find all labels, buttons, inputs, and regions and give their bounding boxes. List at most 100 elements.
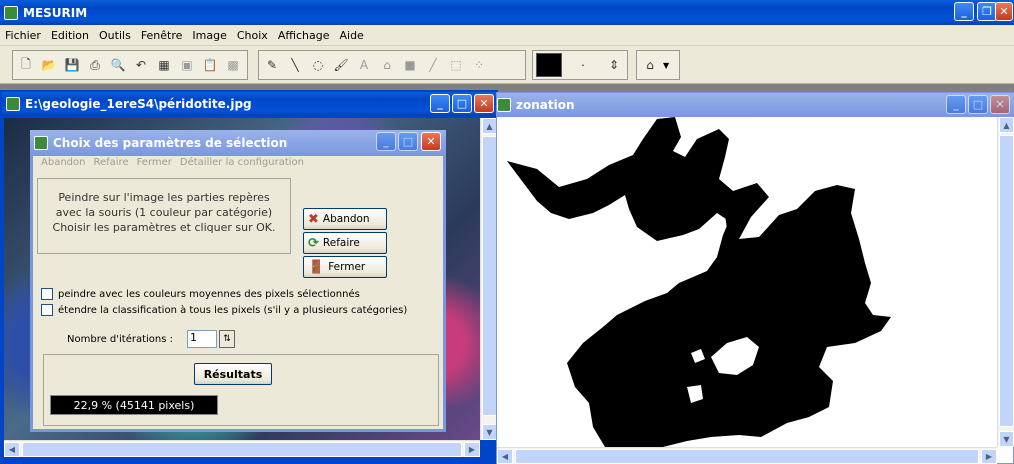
spray-icon[interactable]: ⁘ [469,55,489,75]
dialog-menu-refaire[interactable]: Refaire [89,157,132,173]
abandon-button[interactable]: ✖ Abandon [303,208,387,230]
fill-rect-icon[interactable]: ■ [400,55,420,75]
vscroll-thumb[interactable] [482,136,497,416]
selection-dialog: Choix des paramètres de sélection _ □ ✕ … [30,130,446,432]
draw-toolgroup: ✎ ╲ ◌ 🖌 A ⌂ ■ ╱ ⬚ ⁘ [258,50,526,80]
brush-icon[interactable]: 🖌 [331,55,351,75]
dialog-menu: Abandon Refaire Fermer Détailler la conf… [37,157,308,173]
zonation-close[interactable]: ✕ [990,95,1010,114]
selection-icon[interactable]: ⬚ [446,55,466,75]
image-vscroll[interactable]: ▲ ▼ [480,118,497,440]
menu-aide[interactable]: Aide [334,29,368,42]
color-toolgroup: · ⇕ [532,50,628,80]
hscroll-thumb[interactable] [22,442,462,457]
measure-icon[interactable]: ⌂ [377,55,397,75]
iterations-row: Nombre d'itérations : 1 ⇅ [67,330,236,348]
iterations-spinner-icon[interactable]: ⇅ [219,330,236,348]
zonation-scroll-right-icon[interactable]: ▶ [981,449,997,464]
dialog-menu-details[interactable]: Détailler la configuration [176,157,308,173]
house-measure-icon[interactable]: ⌂ [640,55,660,75]
checkbox-box[interactable] [41,288,53,300]
results-button[interactable]: Résultats [194,363,272,385]
checkbox-box[interactable] [41,304,53,316]
zonation-maximize[interactable]: □ [968,95,988,114]
save-icon[interactable]: 💾 [62,55,82,75]
average-colors-checkbox[interactable]: peindre avec les couleurs moyennes des p… [41,288,360,300]
eyedropper-icon[interactable]: ╱ [423,55,443,75]
instruction-line: Peindre sur l'image les parties repères [58,191,270,204]
results-panel: Résultats 22,9 % (45141 pixels) [43,354,439,426]
app-titlebar: MESURIM _ ❐ ✕ [0,0,1014,25]
minimize-button[interactable]: _ [954,2,974,21]
zonation-hscroll[interactable]: ◀ ▶ [497,447,997,464]
scroll-right-icon[interactable]: ▶ [464,442,480,457]
zonation-minimize[interactable]: _ [946,95,966,114]
zonation-mask[interactable] [497,117,997,447]
image-window-title: E:\geologie_1ereS4\péridotite.jpg [25,97,252,111]
restore-button[interactable]: ❐ [977,2,997,21]
open-folder-icon[interactable]: 📂 [39,55,59,75]
refaire-label: Refaire [322,237,360,249]
new-file-icon[interactable]: 🗋 [16,55,36,75]
dialog-icon [34,136,48,150]
menu-affichage[interactable]: Affichage [273,29,335,42]
refaire-button[interactable]: ⟳ Refaire [303,232,387,254]
menu-edition[interactable]: Edition [46,29,94,42]
image-hscroll[interactable]: ◀ ▶ [4,440,480,457]
image-window-close[interactable]: ✕ [474,94,494,113]
zoom-icon[interactable]: 🔍 [108,55,128,75]
scroll-up-icon[interactable]: ▲ [482,118,497,134]
dialog-menu-fermer[interactable]: Fermer [133,157,176,173]
menu-choix[interactable]: Choix [232,29,273,42]
dropdown-arrow-icon[interactable]: ▼ [663,61,669,70]
brush-size-dot: · [581,58,585,72]
fermer-button[interactable]: 🚪 Fermer [303,256,387,278]
zonation-window-icon [497,98,511,112]
grid-icon[interactable]: ▩ [223,55,243,75]
cross-icon: ✖ [308,211,319,227]
menu-bar: Fichier Edition Outils Fenêtre Image Cho… [0,25,1014,46]
menu-fenetre[interactable]: Fenêtre [136,29,188,42]
app-title: MESURIM [23,5,88,20]
image-window-minimize[interactable]: _ [430,94,450,113]
image-window-titlebar: E:\geologie_1ereS4\péridotite.jpg _ □ ✕ [2,92,496,116]
dialog-close[interactable]: ✕ [421,132,441,151]
image-window-maximize[interactable]: □ [452,94,472,113]
abandon-label: Abandon [322,213,370,225]
close-button[interactable]: ✕ [995,2,1013,21]
instruction-line: Choisir les paramètres et cliquer sur OK… [52,221,276,234]
pencil-icon[interactable]: ✎ [262,55,282,75]
color-swatch[interactable] [536,53,562,77]
menu-image[interactable]: Image [187,29,231,42]
iterations-label: Nombre d'itérations : [67,333,174,345]
zonation-title: zonation [516,98,575,112]
print-icon[interactable]: ⎙ [85,55,105,75]
zonation-scroll-up-icon[interactable]: ▲ [999,117,1014,133]
image-icon[interactable]: ▦ [154,55,174,75]
scroll-left-icon[interactable]: ◀ [4,442,20,457]
dialog-maximize[interactable]: □ [398,132,418,151]
line-icon[interactable]: ╲ [285,55,305,75]
zonation-vscroll-thumb[interactable] [999,135,1014,427]
paste-icon[interactable]: 📋 [200,55,220,75]
menu-outils[interactable]: Outils [94,29,136,42]
zonation-hscroll-thumb[interactable] [515,449,979,464]
text-icon[interactable]: A [354,55,374,75]
zonation-vscroll[interactable]: ▲ ▼ [997,117,1014,447]
dialog-menu-abandon[interactable]: Abandon [37,157,89,173]
stamp-icon[interactable]: ▣ [177,55,197,75]
dialog-minimize[interactable]: _ [376,132,396,151]
scroll-down-icon[interactable]: ▼ [482,424,497,440]
zonation-scroll-down-icon[interactable]: ▼ [999,431,1014,447]
iterations-field[interactable]: 1 [187,330,218,348]
toolbar: 🗋 📂 💾 ⎙ 🔍 ↶ ▦ ▣ 📋 ▩ ✎ ╲ ◌ 🖌 A ⌂ ■ ╱ ⬚ ⁘ … [0,46,1014,84]
image-window-icon [6,97,20,111]
undo-icon[interactable]: ↶ [131,55,151,75]
refresh-icon: ⟳ [308,235,319,251]
extend-classification-checkbox[interactable]: étendre la classification à tous les pix… [41,304,407,316]
size-spinner-icon[interactable]: ⇕ [604,55,624,75]
lasso-icon[interactable]: ◌ [308,55,328,75]
zonation-scroll-left-icon[interactable]: ◀ [497,449,513,464]
door-icon: 🚪 [308,259,325,275]
menu-fichier[interactable]: Fichier [0,29,46,42]
